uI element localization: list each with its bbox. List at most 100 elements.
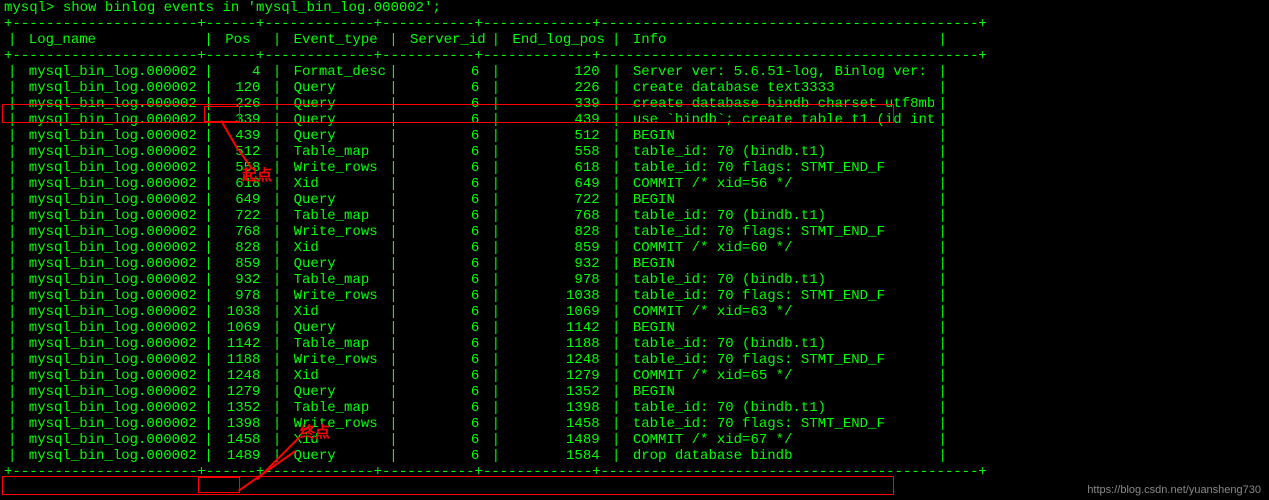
cell-server-id: 6 — [402, 384, 488, 400]
cell-info: table_id: 70 flags: STMT_END_F — [624, 288, 934, 304]
table-row: | mysql_bin_log.000002|339 | Query|6 |43… — [4, 112, 1265, 128]
cell-event-type: Table_map — [285, 272, 385, 288]
cell-info: table_id: 70 (bindb.t1) — [624, 272, 934, 288]
cell-pos: 828 — [217, 240, 269, 256]
table-row: | mysql_bin_log.000002|4 | Format_desc|6… — [4, 64, 1265, 80]
cell-log-name: mysql_bin_log.000002 — [20, 208, 200, 224]
cell-server-id: 6 — [402, 368, 488, 384]
cell-event-type: Query — [285, 320, 385, 336]
cell-server-id: 6 — [402, 224, 488, 240]
cell-server-id: 6 — [402, 320, 488, 336]
cell-server-id: 6 — [402, 192, 488, 208]
cell-log-name: mysql_bin_log.000002 — [20, 304, 200, 320]
cell-info: table_id: 70 (bindb.t1) — [624, 144, 934, 160]
cell-info: COMMIT /* xid=63 */ — [624, 304, 934, 320]
cell-pos: 1069 — [217, 320, 269, 336]
cell-pos: 120 — [217, 80, 269, 96]
cell-event-type: Query — [285, 112, 385, 128]
cell-event-type: Query — [285, 448, 385, 464]
table-row: | mysql_bin_log.000002|649 | Query|6 |72… — [4, 192, 1265, 208]
cell-event-type: Query — [285, 192, 385, 208]
cell-event-type: Query — [285, 384, 385, 400]
cell-event-type: Xid — [285, 432, 385, 448]
cell-server-id: 6 — [402, 336, 488, 352]
cell-event-type: Xid — [285, 176, 385, 192]
cell-log-name: mysql_bin_log.000002 — [20, 272, 200, 288]
cell-log-name: mysql_bin_log.000002 — [20, 448, 200, 464]
cell-log-name: mysql_bin_log.000002 — [20, 80, 200, 96]
cell-end-log-pos: 1069 — [504, 304, 608, 320]
cell-event-type: Xid — [285, 368, 385, 384]
cell-info: COMMIT /* xid=56 */ — [624, 176, 934, 192]
cell-server-id: 6 — [402, 256, 488, 272]
cell-end-log-pos: 618 — [504, 160, 608, 176]
table-row: | mysql_bin_log.000002|1069 | Query|6 |1… — [4, 320, 1265, 336]
prompt-line: mysql> show binlog events in 'mysql_bin_… — [4, 0, 1265, 16]
cell-info: BEGIN — [624, 256, 934, 272]
cell-end-log-pos: 226 — [504, 80, 608, 96]
cell-end-log-pos: 1489 — [504, 432, 608, 448]
cell-server-id: 6 — [402, 112, 488, 128]
cell-server-id: 6 — [402, 432, 488, 448]
cell-log-name: mysql_bin_log.000002 — [20, 256, 200, 272]
cell-info: COMMIT /* xid=65 */ — [624, 368, 934, 384]
cell-event-type: Table_map — [285, 208, 385, 224]
cell-pos: 1142 — [217, 336, 269, 352]
cell-info: BEGIN — [624, 128, 934, 144]
cell-info: BEGIN — [624, 320, 934, 336]
cell-log-name: mysql_bin_log.000002 — [20, 336, 200, 352]
table-row: | mysql_bin_log.000002|226 | Query|6 |33… — [4, 96, 1265, 112]
cell-server-id: 6 — [402, 448, 488, 464]
cell-server-id: 6 — [402, 80, 488, 96]
table-header-row: | Log_name| Pos| Event_type| Server_id| … — [4, 32, 1265, 48]
cell-server-id: 6 — [402, 400, 488, 416]
table-row: | mysql_bin_log.000002|828 | Xid|6 |859 … — [4, 240, 1265, 256]
table-row: | mysql_bin_log.000002|978 | Write_rows|… — [4, 288, 1265, 304]
cell-end-log-pos: 722 — [504, 192, 608, 208]
sql-command[interactable]: show binlog events in 'mysql_bin_log.000… — [63, 0, 441, 16]
cell-server-id: 6 — [402, 160, 488, 176]
cell-pos: 512 — [217, 144, 269, 160]
prompt-prefix: mysql> — [4, 0, 63, 16]
table-row: | mysql_bin_log.000002|618 | Xid|6 |649 … — [4, 176, 1265, 192]
cell-log-name: mysql_bin_log.000002 — [20, 432, 200, 448]
cell-event-type: Query — [285, 80, 385, 96]
col-header-end-log-pos: End_log_pos — [504, 32, 608, 48]
cell-pos: 4 — [217, 64, 269, 80]
table-row: | mysql_bin_log.000002|768 | Write_rows|… — [4, 224, 1265, 240]
cell-server-id: 6 — [402, 272, 488, 288]
cell-event-type: Query — [285, 96, 385, 112]
col-header-event-type: Event_type — [285, 32, 385, 48]
cell-info: table_id: 70 flags: STMT_END_F — [624, 416, 934, 432]
cell-event-type: Table_map — [285, 400, 385, 416]
cell-event-type: Xid — [285, 304, 385, 320]
cell-end-log-pos: 1142 — [504, 320, 608, 336]
col-header-info: Info — [624, 32, 934, 48]
cell-end-log-pos: 120 — [504, 64, 608, 80]
cell-info: BEGIN — [624, 384, 934, 400]
cell-log-name: mysql_bin_log.000002 — [20, 128, 200, 144]
watermark: https://blog.csdn.net/yuansheng730 — [1087, 482, 1261, 498]
cell-pos: 226 — [217, 96, 269, 112]
cell-pos: 1038 — [217, 304, 269, 320]
cell-end-log-pos: 932 — [504, 256, 608, 272]
table-row: | mysql_bin_log.000002|859 | Query|6 |93… — [4, 256, 1265, 272]
cell-event-type: Xid — [285, 240, 385, 256]
cell-end-log-pos: 859 — [504, 240, 608, 256]
cell-server-id: 6 — [402, 416, 488, 432]
cell-server-id: 6 — [402, 96, 488, 112]
cell-end-log-pos: 439 — [504, 112, 608, 128]
cell-info: COMMIT /* xid=60 */ — [624, 240, 934, 256]
table-row: | mysql_bin_log.000002|120 | Query|6 |22… — [4, 80, 1265, 96]
table-row: | mysql_bin_log.000002|439 | Query|6 |51… — [4, 128, 1265, 144]
table-row: | mysql_bin_log.000002|1248 | Xid|6 |127… — [4, 368, 1265, 384]
cell-log-name: mysql_bin_log.000002 — [20, 288, 200, 304]
cell-pos: 1458 — [217, 432, 269, 448]
cell-info: drop database bindb — [624, 448, 934, 464]
cell-end-log-pos: 512 — [504, 128, 608, 144]
cell-event-type: Write_rows — [285, 288, 385, 304]
cell-pos: 1279 — [217, 384, 269, 400]
cell-pos: 618 — [217, 176, 269, 192]
cell-log-name: mysql_bin_log.000002 — [20, 352, 200, 368]
cell-info: table_id: 70 (bindb.t1) — [624, 208, 934, 224]
